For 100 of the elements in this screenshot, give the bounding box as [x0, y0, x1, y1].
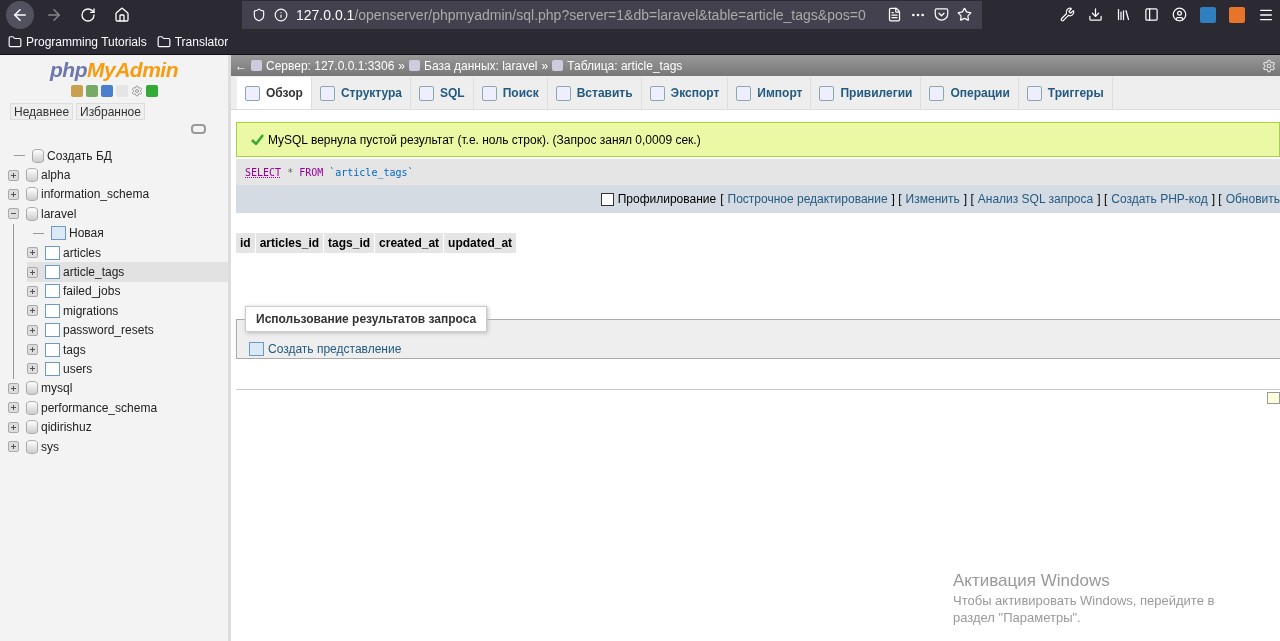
folder-icon [156, 34, 171, 49]
bracket: ] [ [963, 192, 974, 206]
tree-label: qidirishuz [41, 420, 92, 435]
expand-icon[interactable] [8, 441, 19, 453]
tree-item[interactable]: alpha [8, 165, 228, 185]
column-header[interactable]: id [236, 233, 255, 253]
link[interactable]: Изменить [905, 192, 960, 206]
expand-icon[interactable] [27, 266, 38, 278]
tree-item[interactable]: laravel [8, 204, 228, 224]
tree-item[interactable]: performance_schema [8, 398, 228, 418]
back-button[interactable] [6, 0, 34, 29]
tree-item[interactable]: password_resets [27, 320, 228, 340]
bookmark[interactable]: Programming Tutorials [8, 34, 147, 49]
bracket: ] [ [1097, 192, 1108, 206]
tree-item[interactable]: Создать БД [8, 146, 228, 166]
link[interactable]: Создать PHP-код [1111, 192, 1208, 206]
back-link[interactable]: ← [235, 58, 247, 73]
extension-icon[interactable] [1229, 6, 1245, 23]
breadcrumb-link[interactable]: Таблица: article_tags [567, 58, 683, 73]
column-header[interactable]: articles_id [255, 233, 324, 253]
star-icon[interactable] [957, 7, 972, 22]
table-icon [45, 362, 60, 376]
expand-icon[interactable] [27, 285, 38, 297]
table-icon [45, 284, 60, 299]
wrench-icon[interactable] [1060, 7, 1075, 22]
tree-item[interactable]: failed_jobs [27, 281, 228, 302]
tab[interactable]: Структура [311, 77, 411, 109]
expand-icon[interactable] [27, 305, 38, 317]
fieldset-legend: Использование результатов запроса [245, 306, 488, 332]
breadcrumb-separator: » [398, 58, 406, 73]
breadcrumb-link[interactable]: База данных: laravel [424, 58, 538, 73]
tree-label: migrations [63, 303, 119, 318]
sidebar-icon[interactable] [1144, 7, 1159, 22]
link[interactable]: Анализ SQL запроса [977, 192, 1094, 206]
account-icon[interactable] [1172, 7, 1187, 22]
tab[interactable]: Импорт [728, 77, 812, 109]
sql-query: SELECT * FROM `article_tags` [236, 159, 1280, 185]
info-icon [274, 7, 288, 22]
database-icon [26, 168, 38, 183]
tree-label: tags [63, 342, 86, 357]
tree-item[interactable]: users [27, 359, 228, 379]
table-icon [45, 245, 60, 260]
tab[interactable]: SQL [411, 77, 474, 109]
tree-item[interactable]: sys [8, 436, 228, 457]
column-header[interactable]: tags_id [324, 233, 375, 253]
tree-label: Новая [69, 226, 104, 241]
expand-icon[interactable] [8, 421, 19, 433]
expand-icon[interactable] [27, 363, 38, 375]
tab[interactable]: Операции [921, 77, 1019, 109]
database-icon [32, 148, 44, 163]
collapse-icon[interactable] [8, 208, 19, 220]
tab[interactable]: Привилегии [811, 77, 922, 109]
database-icon [26, 400, 38, 415]
link[interactable]: Обновить [1225, 192, 1280, 206]
expand-icon[interactable] [27, 247, 38, 259]
column-header[interactable]: updated_at [444, 233, 517, 253]
tab[interactable]: Поиск [473, 77, 548, 109]
tab[interactable]: Экспорт [641, 77, 729, 109]
address-bar[interactable]: 127.0.0.1/openserver/phpmyadmin/sql.php?server=1&db=laravel&table=article_tags&pos=0 [242, 0, 982, 29]
link[interactable]: Построчное редактирование [727, 192, 888, 206]
tree-label: information_schema [41, 187, 150, 202]
tree-item[interactable]: Новая [27, 223, 228, 243]
column-header[interactable]: created_at [375, 233, 444, 253]
bookmark[interactable]: Translator [156, 34, 229, 49]
tab[interactable]: Вставить [547, 77, 642, 109]
expand-icon[interactable] [8, 188, 19, 200]
reader-icon[interactable] [887, 7, 902, 22]
tree-item[interactable]: article_tags [27, 262, 228, 282]
checkbox[interactable] [600, 192, 614, 206]
tree-item[interactable]: qidirishuz [8, 417, 228, 437]
tree-label: failed_jobs [63, 284, 121, 299]
expand-icon[interactable] [8, 402, 19, 414]
tab[interactable]: Триггеры [1018, 77, 1113, 109]
database-icon [26, 187, 38, 202]
tab[interactable]: Обзор [237, 77, 312, 109]
link[interactable]: Создать представление [268, 342, 402, 356]
download-icon[interactable] [1088, 7, 1103, 22]
activation-text: раздел "Параметры". [953, 610, 1082, 625]
breadcrumb-link[interactable]: Сервер: 127.0.0.1:3306 [266, 58, 395, 73]
link-icon[interactable] [191, 124, 206, 134]
tree-item[interactable]: information_schema [8, 184, 228, 205]
expand-icon[interactable] [8, 169, 19, 181]
library-icon[interactable] [1116, 7, 1131, 22]
tree-item[interactable]: mysql [8, 378, 228, 399]
tree-item[interactable]: tags [27, 339, 228, 360]
view-icon [249, 342, 264, 356]
expand-icon[interactable] [8, 382, 19, 394]
expand-icon[interactable] [27, 344, 38, 356]
tree-item[interactable]: migrations [27, 301, 228, 321]
expand-icon[interactable] [27, 324, 38, 336]
sidebar-tab[interactable]: Недавнее [10, 103, 74, 120]
tree-label: articles [63, 245, 101, 260]
sidebar-tab[interactable]: Избранное [76, 103, 145, 120]
database-icon [26, 381, 38, 396]
tree-label: users [63, 362, 93, 376]
bracket: ] [ [1211, 192, 1222, 206]
tree-label: password_resets [63, 323, 154, 338]
pocket-icon[interactable] [934, 7, 949, 22]
tree-item[interactable]: articles [27, 242, 228, 263]
extension-icon[interactable] [1200, 6, 1216, 23]
